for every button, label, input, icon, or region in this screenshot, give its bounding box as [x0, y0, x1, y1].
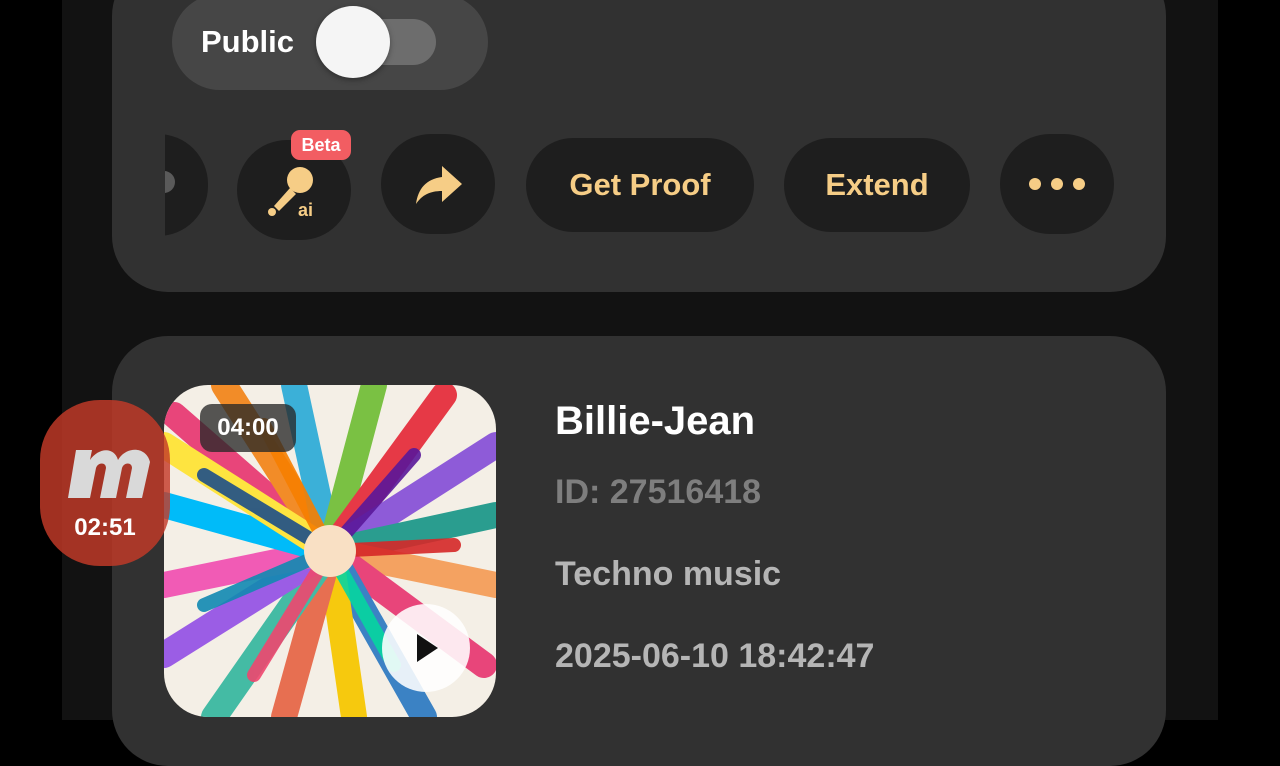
get-proof-label: Get Proof	[569, 167, 711, 202]
share-arrow-icon	[416, 166, 462, 204]
ai-microphone-icon: ai	[268, 167, 313, 220]
song-title: Billie-Jean	[555, 399, 756, 443]
song-genre: Techno music	[555, 555, 782, 593]
beta-badge: Beta	[291, 130, 351, 160]
partial-action-button[interactable]	[165, 134, 208, 236]
song-created-date: 2025-06-10 18:42:47	[555, 637, 875, 675]
public-toggle-knob[interactable]	[316, 6, 390, 78]
share-button[interactable]	[381, 134, 495, 234]
more-button[interactable]	[1000, 134, 1114, 234]
play-icon	[417, 634, 438, 662]
svg-text:ai: ai	[298, 200, 313, 220]
more-dots-icon	[1029, 178, 1085, 190]
duration-chip: 04:00	[200, 404, 296, 452]
play-button[interactable]	[382, 604, 470, 692]
recorder-time: 02:51	[74, 514, 136, 541]
song-id: ID: 27516418	[555, 473, 762, 511]
public-label: Public	[201, 24, 295, 59]
extend-label: Extend	[825, 167, 929, 202]
partial-circle-icon	[165, 171, 175, 193]
m-logo-icon	[68, 449, 150, 498]
get-proof-button[interactable]: Get Proof	[526, 138, 754, 232]
extend-button[interactable]: Extend	[784, 138, 970, 232]
